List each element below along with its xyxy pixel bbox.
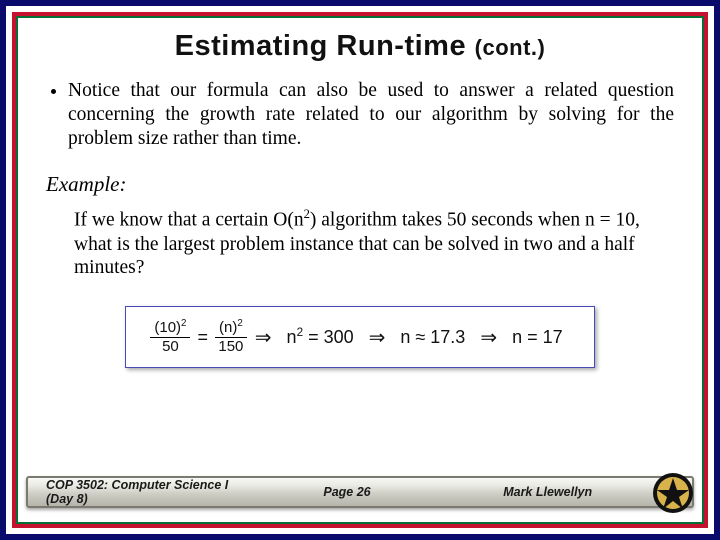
example-pre: If we know that a certain O(n bbox=[74, 210, 304, 231]
title-main: Estimating Run-time bbox=[175, 30, 466, 62]
ucf-logo-icon bbox=[652, 472, 694, 514]
footer-wrap: COP 3502: Computer Science I (Day 8) Pag… bbox=[18, 476, 702, 522]
example-body: If we know that a certain O(n2) algorith… bbox=[74, 207, 674, 280]
bullet-list: Notice that our formula can also be used… bbox=[68, 79, 674, 150]
frac2-num-exp: 2 bbox=[237, 318, 242, 329]
frac2-num: (n)2 bbox=[215, 319, 247, 338]
implies-3: ⇒ bbox=[472, 325, 505, 350]
implies-2: ⇒ bbox=[361, 325, 394, 350]
implies-1: ⇒ bbox=[247, 325, 280, 350]
fraction-1: (10)2 50 bbox=[150, 319, 190, 355]
footer-day: (Day 8) bbox=[46, 492, 88, 506]
equals-1: = bbox=[190, 327, 215, 348]
frac1-num-base: (10) bbox=[154, 319, 181, 336]
frac1-num: (10)2 bbox=[150, 319, 190, 338]
fraction-2: (n)2 150 bbox=[215, 319, 247, 355]
footer-left: COP 3502: Computer Science I (Day 8) bbox=[46, 478, 247, 506]
footer-right: Mark Llewellyn bbox=[447, 485, 674, 499]
step2-lhs: n bbox=[287, 327, 297, 347]
slide-frame: Estimating Run-time (cont.) Notice that … bbox=[0, 0, 720, 540]
frac2-num-base: (n) bbox=[219, 319, 237, 336]
frac2-den: 150 bbox=[218, 338, 243, 355]
example-label: Example: bbox=[46, 172, 674, 197]
footer-center: Page 26 bbox=[247, 485, 448, 499]
equation-box: (10)2 50 = (n)2 150 ⇒ n2 = 300 ⇒ n ≈ 17.… bbox=[125, 306, 595, 368]
frac1-den: 50 bbox=[162, 338, 179, 355]
bullet-item: Notice that our formula can also be used… bbox=[68, 79, 674, 150]
step4: n = 17 bbox=[505, 327, 570, 348]
slide-content: Estimating Run-time (cont.) Notice that … bbox=[18, 18, 702, 522]
step2-rest: = 300 bbox=[303, 327, 354, 347]
slide-title: Estimating Run-time (cont.) bbox=[46, 30, 674, 63]
title-cont: (cont.) bbox=[475, 35, 546, 60]
step3: n ≈ 17.3 bbox=[393, 327, 472, 348]
step2: n2 = 300 bbox=[280, 326, 361, 348]
footer-bar: COP 3502: Computer Science I (Day 8) Pag… bbox=[26, 476, 694, 508]
frac1-num-exp: 2 bbox=[181, 318, 186, 329]
footer-course: COP 3502: Computer Science I bbox=[46, 478, 228, 492]
